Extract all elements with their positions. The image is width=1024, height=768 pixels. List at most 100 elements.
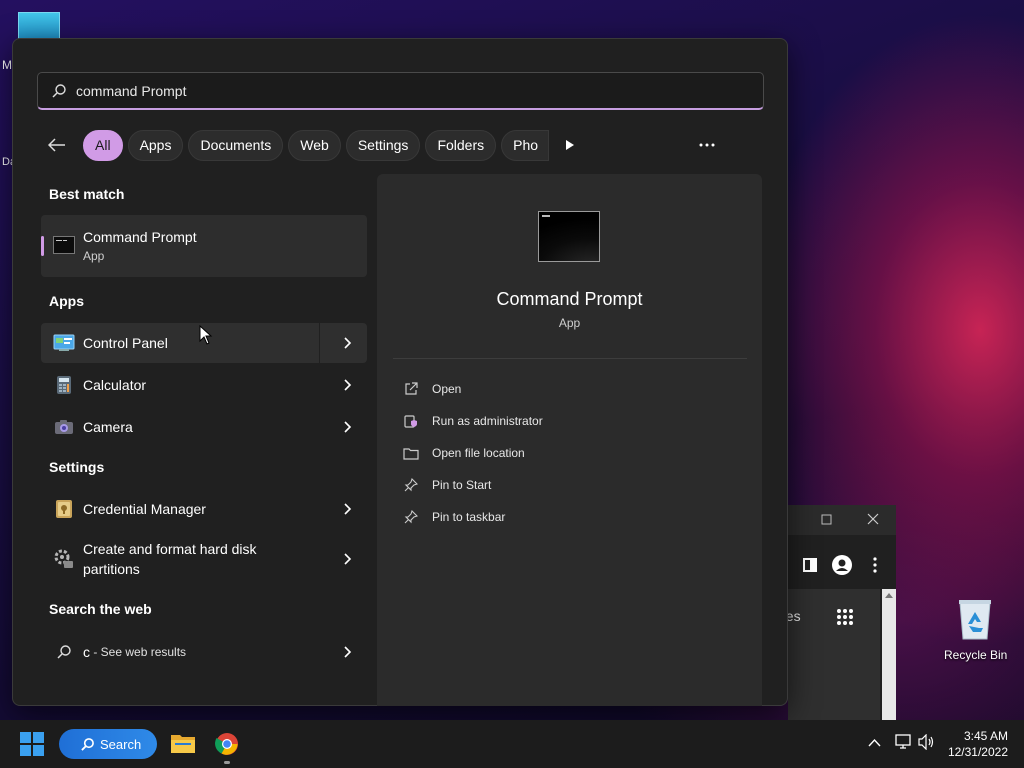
web-result[interactable]: c - See web results <box>41 632 367 672</box>
best-match-item[interactable]: Command Prompt App <box>41 215 367 277</box>
filter-chip-settings[interactable]: Settings <box>345 129 421 161</box>
app-result-label: Calculator <box>83 377 147 393</box>
app-result-camera[interactable]: Camera <box>41 407 367 447</box>
web-result-suffix: - See web results <box>90 645 187 659</box>
chevron-right-icon[interactable] <box>341 337 353 349</box>
best-match-type: App <box>83 249 105 263</box>
search-web-header: Search the web <box>49 601 152 617</box>
filter-chip-all[interactable]: All <box>83 129 123 161</box>
app-result-calculator[interactable]: Calculator <box>41 365 367 405</box>
chevron-right-icon[interactable] <box>341 421 353 433</box>
volume-icon[interactable] <box>918 734 936 750</box>
detail-subtitle: App <box>558 316 581 330</box>
action-open[interactable]: Open <box>403 375 461 403</box>
chevron-right-icon[interactable] <box>341 646 353 658</box>
filter-chip-folders[interactable]: Folders <box>425 129 497 161</box>
search-icon <box>53 641 75 663</box>
scroll-up-icon[interactable] <box>885 592 893 598</box>
settings-result-credential-manager[interactable]: Credential Manager <box>41 489 367 529</box>
filter-chip-apps[interactable]: Apps <box>127 129 184 161</box>
open-icon <box>403 381 419 397</box>
pin-icon <box>403 509 419 525</box>
action-run-as-administrator[interactable]: Run as administrator <box>403 407 543 435</box>
menu-dots-icon[interactable] <box>872 557 878 573</box>
file-explorer-icon[interactable] <box>170 732 196 754</box>
taskbar-search-button[interactable]: Search <box>59 729 157 759</box>
camera-icon <box>53 416 75 438</box>
desktop-icon-monitor[interactable] <box>18 12 60 40</box>
chevron-right-icon[interactable] <box>341 503 353 515</box>
app-result-label: Camera <box>83 419 133 435</box>
window-titlebar[interactable] <box>788 505 896 535</box>
action-label: Open <box>432 382 462 396</box>
recycle-bin[interactable]: Recycle Bin <box>944 598 1008 662</box>
sidebar-icon[interactable] <box>803 558 817 572</box>
clock-date: 12/31/2022 <box>947 745 1008 759</box>
label-line-2: partitions <box>83 561 140 577</box>
more-icon[interactable] <box>690 129 724 161</box>
chevron-right-icon[interactable] <box>341 553 353 565</box>
filter-chip-documents[interactable]: Documents <box>188 129 284 161</box>
search-query-text[interactable]: command Prompt <box>76 83 186 99</box>
browser-toolbar <box>788 551 896 589</box>
action-pin-to-taskbar[interactable]: Pin to taskbar <box>403 503 505 531</box>
back-arrow-icon[interactable] <box>37 129 77 161</box>
chevron-right-icon[interactable] <box>341 379 353 391</box>
start-menu: command Prompt All Apps Documents Web Se… <box>12 38 788 706</box>
detail-pane: Command Prompt App Open Run as administr… <box>377 174 762 706</box>
action-label: Pin to taskbar <box>432 510 506 524</box>
apps-header: Apps <box>49 293 84 309</box>
search-filter-bar: All Apps Documents Web Settings Folders … <box>37 129 764 161</box>
active-app-indicator <box>224 761 230 764</box>
action-label: Pin to Start <box>432 478 492 492</box>
disk-partition-icon <box>53 548 75 570</box>
chevron-up-icon[interactable] <box>868 738 881 747</box>
taskbar: Search 3:45 AM 12/31/2022 <box>0 720 1024 768</box>
app-result-label: Control Panel <box>83 335 168 351</box>
filter-chip-photos[interactable]: Pho <box>501 129 550 161</box>
settings-header: Settings <box>49 459 105 475</box>
action-open-file-location[interactable]: Open file location <box>403 439 525 467</box>
browser-page: ges <box>778 589 880 720</box>
control-panel-icon <box>53 332 75 354</box>
scrollbar[interactable] <box>882 589 896 720</box>
recycle-bin-icon <box>957 598 993 640</box>
taskbar-search-label: Search <box>100 736 142 752</box>
chrome-icon[interactable] <box>215 732 239 756</box>
action-pin-to-start[interactable]: Pin to Start <box>403 471 491 499</box>
network-icon[interactable] <box>894 734 912 750</box>
close-icon[interactable] <box>867 513 879 525</box>
apps-grid-icon[interactable] <box>836 608 854 626</box>
filter-chip-web[interactable]: Web <box>288 129 341 161</box>
best-match-name: Command Prompt <box>83 229 197 245</box>
shield-icon <box>403 413 419 429</box>
windows-start-icon[interactable] <box>20 732 44 756</box>
settings-result-label: Create and format hard disk partitions <box>83 539 257 579</box>
desktop-icon-label-partial: M <box>2 58 12 72</box>
credential-manager-icon <box>53 498 75 520</box>
calculator-icon <box>53 374 75 396</box>
detail-title: Command Prompt <box>496 289 643 309</box>
selection-accent <box>41 236 44 256</box>
play-icon[interactable] <box>556 129 584 161</box>
system-clock[interactable]: 3:45 AM 12/31/2022 <box>948 728 1008 760</box>
profile-icon[interactable] <box>832 555 852 575</box>
command-prompt-icon <box>53 236 75 254</box>
row-divider <box>319 323 320 363</box>
web-query: c <box>83 644 90 660</box>
search-icon <box>81 737 94 751</box>
recycle-bin-label: Recycle Bin <box>944 648 1008 662</box>
best-match-header: Best match <box>49 186 125 202</box>
label-line-1: Create and format hard disk <box>83 541 257 557</box>
clock-time: 3:45 AM <box>963 729 1008 743</box>
settings-result-disk-partitions[interactable]: Create and format hard disk partitions <box>41 532 367 586</box>
mouse-cursor-icon <box>199 325 213 345</box>
search-input[interactable]: command Prompt <box>37 72 764 110</box>
settings-result-label: Credential Manager <box>83 501 206 517</box>
action-label: Run as administrator <box>432 414 543 428</box>
maximize-icon[interactable] <box>821 514 833 526</box>
pin-icon <box>403 477 419 493</box>
divider <box>393 358 747 359</box>
search-icon <box>52 83 66 98</box>
background-browser-window[interactable]: ges <box>778 505 896 720</box>
